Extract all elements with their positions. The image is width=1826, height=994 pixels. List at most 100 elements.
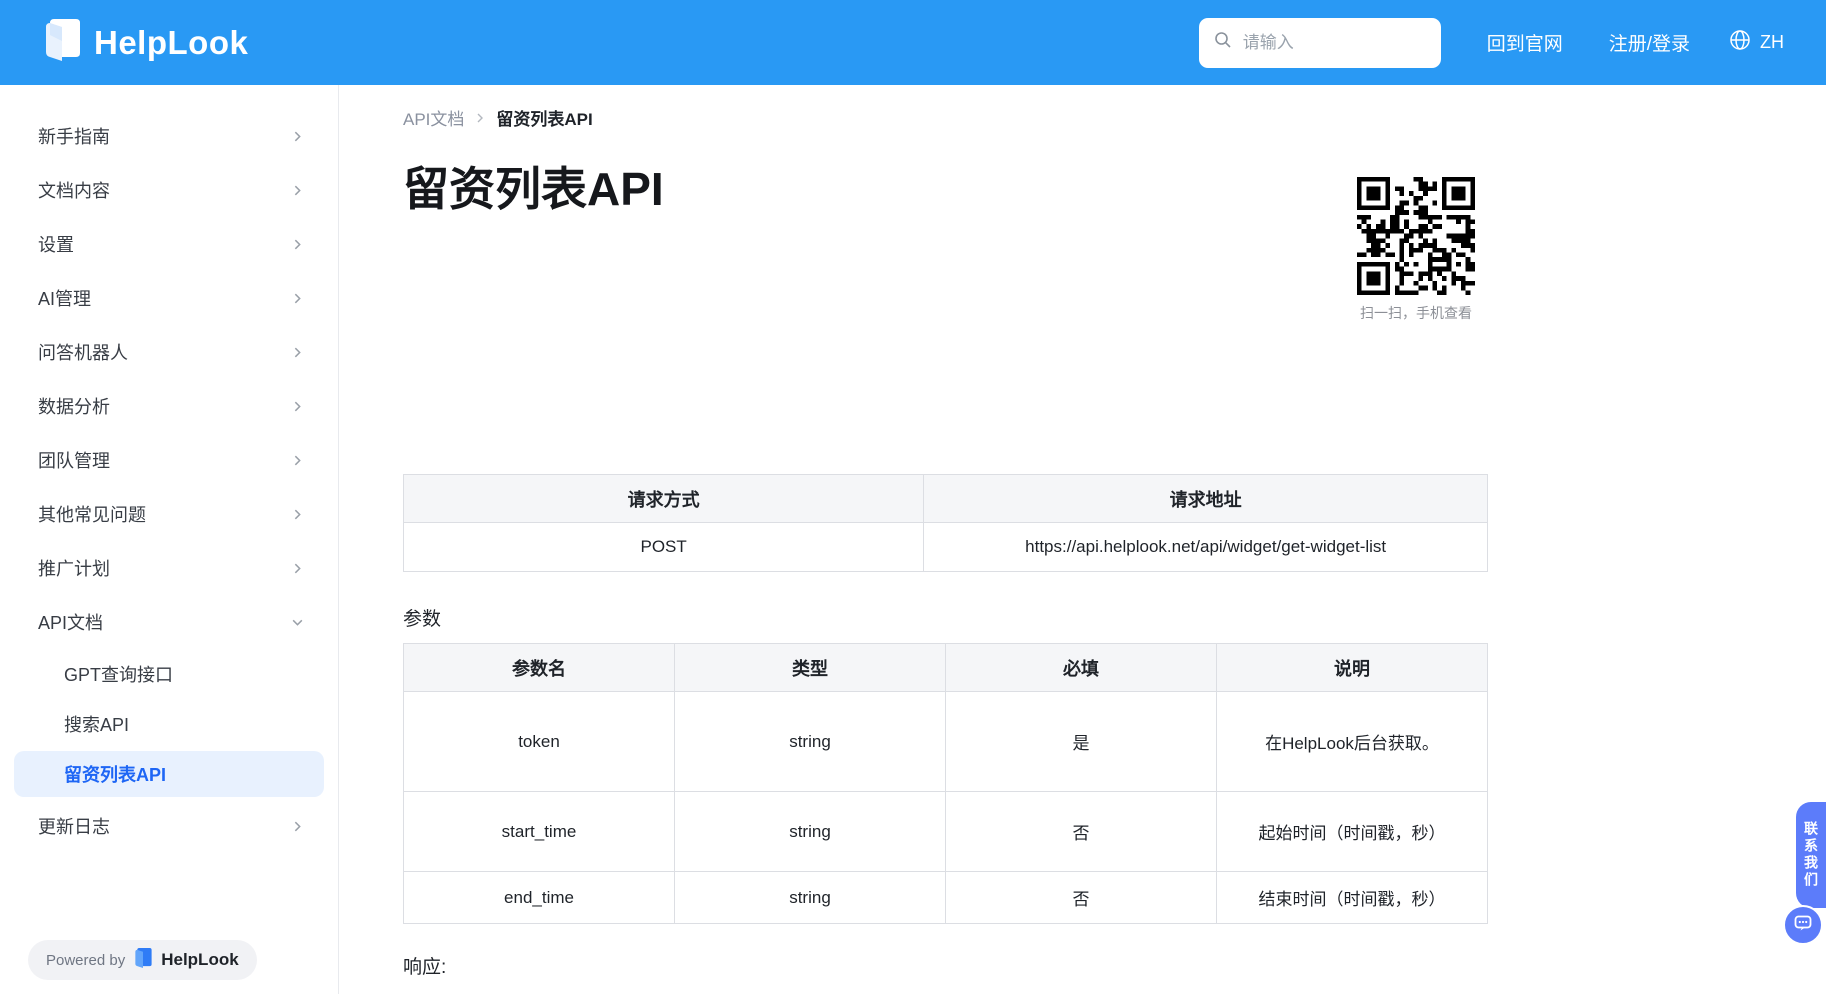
sidebar-item-settings[interactable]: 设置: [0, 217, 338, 271]
sidebar-item-label: 问答机器人: [38, 339, 128, 365]
sidebar-item-label: AI管理: [38, 285, 91, 311]
sidebar-item-gpt-query-api[interactable]: GPT查询接口: [0, 649, 338, 699]
sidebar-nav: 新手指南 文档内容 设置 AI管理 问答机器人 数据分析 团队管理 其他常见问: [0, 85, 339, 994]
chevron-right-icon: [291, 820, 304, 833]
sidebar-item-team-management[interactable]: 团队管理: [0, 433, 338, 487]
param-desc-header: 说明: [1217, 644, 1488, 692]
sidebar-item-label: 其他常见问题: [38, 501, 146, 527]
chat-icon: [1793, 913, 1813, 938]
request-method-cell: POST: [404, 523, 924, 572]
sidebar-item-label: 留资列表API: [64, 761, 166, 787]
chevron-right-icon: [291, 454, 304, 467]
sidebar-item-getting-started[interactable]: 新手指南: [0, 109, 338, 163]
param-cell: string: [675, 692, 946, 792]
contact-us-label: 联系我们: [1801, 821, 1821, 889]
sidebar-item-label: 新手指南: [38, 123, 110, 149]
page-title: 留资列表API: [403, 162, 1488, 217]
content-area: API文档 留资列表API 留资列表API 扫一扫，手机查看 请求方式 请求地址…: [339, 85, 1826, 994]
table-row-start-time: start_time string 否 起始时间（时间戳，秒）: [404, 792, 1488, 872]
powered-brand-text: HelpLook: [161, 950, 238, 970]
sidebar-item-qa-bot[interactable]: 问答机器人: [0, 325, 338, 379]
chevron-right-icon: [291, 130, 304, 143]
params-section-label: 参数: [403, 604, 1488, 631]
contact-us-tab[interactable]: 联系我们: [1796, 802, 1826, 908]
sidebar-item-doc-content[interactable]: 文档内容: [0, 163, 338, 217]
param-cell: 在HelpLook后台获取。: [1217, 692, 1488, 792]
param-required-header: 必填: [946, 644, 1217, 692]
request-info-table: 请求方式 请求地址 POST https://api.helplook.net/…: [403, 474, 1488, 572]
sidebar-item-label: 团队管理: [38, 447, 110, 473]
qr-code-image: [1357, 177, 1475, 295]
sidebar-item-lead-list-api-active[interactable]: 留资列表API: [14, 751, 324, 797]
param-cell: string: [675, 792, 946, 872]
sidebar-item-label: API文档: [38, 609, 103, 635]
param-type-header: 类型: [675, 644, 946, 692]
sidebar-item-changelog[interactable]: 更新日志: [0, 799, 338, 853]
request-method-header: 请求方式: [404, 475, 924, 523]
breadcrumb-chevron-icon: [474, 112, 486, 124]
sidebar-item-label: 更新日志: [38, 813, 110, 839]
response-section-label: 响应:: [403, 952, 1488, 979]
brand-name: HelpLook: [94, 24, 248, 62]
param-cell: start_time: [404, 792, 675, 872]
sidebar-item-other-faq[interactable]: 其他常见问题: [0, 487, 338, 541]
table-row: POST https://api.helplook.net/api/widget…: [404, 523, 1488, 572]
sidebar-item-label: 设置: [38, 231, 74, 257]
sidebar-item-label: 数据分析: [38, 393, 110, 419]
search-icon: [1213, 30, 1233, 55]
chevron-right-icon: [291, 184, 304, 197]
table-header-row: 参数名 类型 必填 说明: [404, 644, 1488, 692]
chevron-right-icon: [291, 238, 304, 251]
sidebar-item-label: 搜索API: [64, 711, 129, 737]
qr-block: 扫一扫，手机查看: [1354, 177, 1478, 323]
breadcrumb-current: 留资列表API: [496, 105, 592, 130]
param-cell: 否: [946, 872, 1217, 924]
globe-icon: [1728, 28, 1752, 57]
sidebar-item-label: 文档内容: [38, 177, 110, 203]
chevron-right-icon: [291, 508, 304, 521]
brand-logo[interactable]: HelpLook: [42, 17, 248, 68]
language-switcher[interactable]: ZH: [1728, 28, 1784, 57]
top-header: HelpLook 回到官网 注册/登录 ZH: [0, 0, 1826, 85]
qr-caption: 扫一扫，手机查看: [1354, 303, 1478, 323]
chevron-right-icon: [291, 400, 304, 413]
param-cell: 否: [946, 792, 1217, 872]
search-box[interactable]: [1199, 18, 1441, 68]
chevron-right-icon: [291, 346, 304, 359]
request-url-header: 请求地址: [924, 475, 1488, 523]
table-header-row: 请求方式 请求地址: [404, 475, 1488, 523]
main-layout: 新手指南 文档内容 设置 AI管理 问答机器人 数据分析 团队管理 其他常见问: [0, 85, 1826, 994]
sidebar-item-data-analysis[interactable]: 数据分析: [0, 379, 338, 433]
language-label: ZH: [1760, 32, 1784, 53]
chevron-right-icon: [291, 562, 304, 575]
param-cell: string: [675, 872, 946, 924]
signup-login-link[interactable]: 注册/登录: [1609, 29, 1690, 56]
request-url-cell: https://api.helplook.net/api/widget/get-…: [924, 523, 1488, 572]
param-cell: 是: [946, 692, 1217, 792]
sidebar-item-label: GPT查询接口: [64, 661, 173, 687]
param-cell: token: [404, 692, 675, 792]
book-logo-icon-small: [133, 947, 153, 974]
sidebar-item-search-api[interactable]: 搜索API: [0, 699, 338, 749]
table-row-token: token string 是 在HelpLook后台获取。: [404, 692, 1488, 792]
param-cell: 起始时间（时间戳，秒）: [1217, 792, 1488, 872]
search-input[interactable]: [1243, 33, 1464, 53]
breadcrumb: API文档 留资列表API: [403, 105, 1488, 130]
chevron-down-icon: [291, 616, 304, 629]
powered-by-badge[interactable]: Powered by HelpLook: [28, 940, 257, 980]
params-table: 参数名 类型 必填 说明 token string 是 在HelpLook后台获…: [403, 643, 1488, 924]
table-row-end-time: end_time string 否 结束时间（时间戳，秒）: [404, 872, 1488, 924]
chevron-right-icon: [291, 292, 304, 305]
sidebar-item-label: 推广计划: [38, 555, 110, 581]
param-cell: end_time: [404, 872, 675, 924]
param-name-header: 参数名: [404, 644, 675, 692]
param-cell: 结束时间（时间戳，秒）: [1217, 872, 1488, 924]
sidebar-item-ai-management[interactable]: AI管理: [0, 271, 338, 325]
back-to-site-link[interactable]: 回到官网: [1487, 29, 1563, 56]
sidebar-item-api-docs[interactable]: API文档: [0, 595, 338, 649]
sidebar-item-promotion-plan[interactable]: 推广计划: [0, 541, 338, 595]
breadcrumb-section[interactable]: API文档: [403, 105, 464, 130]
powered-by-text: Powered by: [46, 952, 125, 969]
chat-bubble-button[interactable]: [1783, 905, 1823, 945]
article: API文档 留资列表API 留资列表API 扫一扫，手机查看 请求方式 请求地址…: [403, 105, 1488, 979]
